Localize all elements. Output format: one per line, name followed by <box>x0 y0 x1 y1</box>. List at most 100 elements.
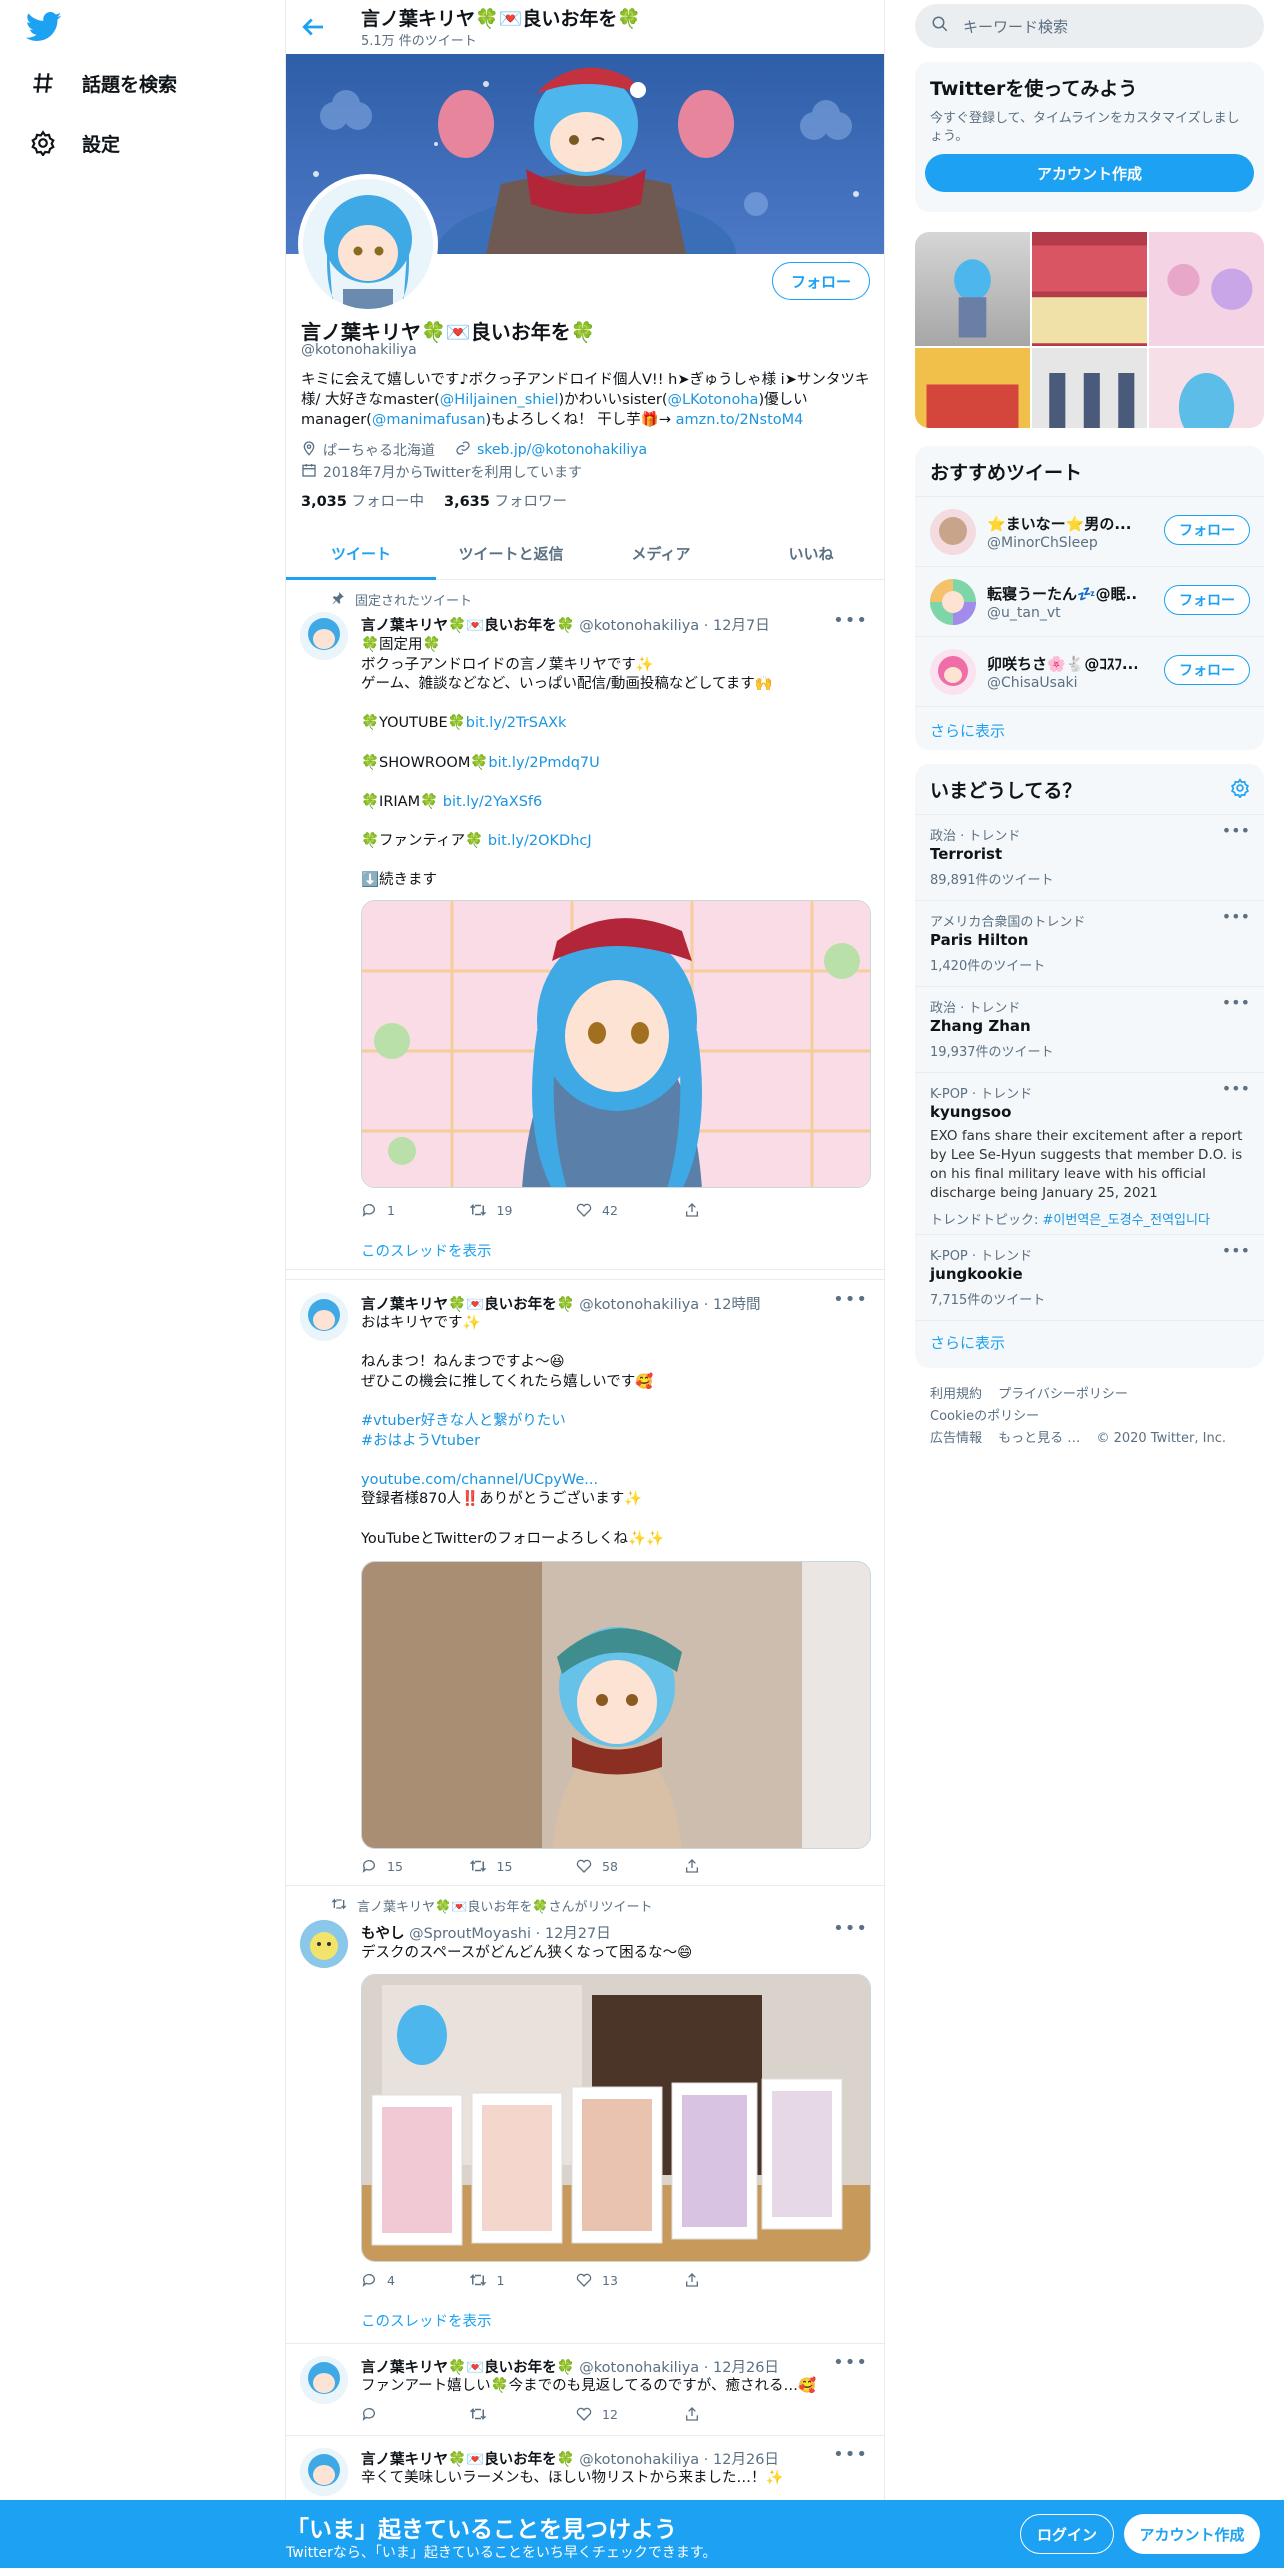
media-thumb[interactable] <box>915 348 1030 428</box>
tweet-author-name[interactable]: もやし <box>361 1926 405 1942</box>
more-icon[interactable]: ••• <box>1222 821 1250 840</box>
tab-tweets-replies[interactable]: ツイートと返信 <box>436 528 586 579</box>
tweet-time[interactable]: 12月26日 <box>713 2452 779 2468</box>
tweet-author-name[interactable]: 言ノ葉キリヤ🍀💌良いお年を🍀 <box>361 1297 575 1313</box>
more-icon[interactable]: ••• <box>833 2352 868 2373</box>
more-icon[interactable]: ••• <box>1222 907 1250 926</box>
share-button[interactable] <box>684 1858 792 1874</box>
show-more-link[interactable]: さらに表示 <box>930 720 1005 741</box>
tweet-link[interactable]: bit.ly/2Pmdq7U <box>488 755 599 771</box>
more-icon[interactable]: ••• <box>1222 1079 1250 1098</box>
show-thread-link[interactable]: このスレッドを表示 <box>361 2310 492 2331</box>
follow-button[interactable]: フォロー <box>1164 655 1250 685</box>
media-thumb[interactable] <box>1149 232 1264 347</box>
share-button[interactable] <box>684 1202 792 1218</box>
tab-media[interactable]: メディア <box>586 528 736 579</box>
follow-button[interactable]: フォロー <box>1164 515 1250 545</box>
login-button[interactable]: ログイン <box>1020 2514 1114 2554</box>
hashtag-link[interactable]: #おはようVtuber <box>361 1432 871 1452</box>
retweet-button[interactable]: 1 <box>469 2272 577 2288</box>
media-thumb[interactable] <box>1032 348 1147 428</box>
followers-stat[interactable]: 3,635 フォロワー <box>444 490 567 511</box>
like-button[interactable]: 13 <box>576 2272 684 2288</box>
signup-button[interactable]: アカウント作成 <box>1124 2514 1260 2554</box>
recommended-user[interactable]: ⭐まいなー⭐男の... @MinorChSleep フォロー <box>915 496 1264 566</box>
reply-button[interactable]: 15 <box>361 1858 469 1874</box>
more-icon[interactable]: ••• <box>1222 1241 1250 1260</box>
footer-ads[interactable]: 広告情報 <box>930 1431 982 1446</box>
trend-item[interactable]: アメリカ合衆国のトレンド Paris Hilton 1,420件のツイート ••… <box>915 900 1264 986</box>
tweet-link[interactable]: bit.ly/2YaXSf6 <box>443 794 542 810</box>
recommended-user[interactable]: 卯咲ちさ🌸🐇@ｺｽﾌ... @ChisaUsaki フォロー <box>915 636 1264 706</box>
tweet-time[interactable]: 12時間 <box>713 1297 760 1313</box>
follow-button[interactable]: フォロー <box>1164 585 1250 615</box>
bio-mention-link[interactable]: @LKotonoha <box>668 392 759 408</box>
tweet-avatar[interactable] <box>300 2356 348 2404</box>
like-button[interactable]: 58 <box>576 1858 684 1874</box>
tweet-avatar[interactable] <box>300 2448 348 2496</box>
more-icon[interactable]: ••• <box>833 2444 868 2465</box>
footer-terms[interactable]: 利用規約 <box>930 1387 982 1402</box>
trend-topic-link[interactable]: #이번역은_도경수_전역입니다 <box>1043 1213 1210 1228</box>
tweet-time[interactable]: 12月26日 <box>713 2360 779 2376</box>
footer-more[interactable]: もっと見る … <box>998 1431 1080 1446</box>
nav-explore[interactable]: 話題を検索 <box>28 68 177 98</box>
trend-item[interactable]: K-POP · トレンド jungkookie 7,715件のツイート ••• <box>915 1234 1264 1320</box>
show-more-link[interactable]: さらに表示 <box>930 1332 1005 1353</box>
tab-tweets[interactable]: ツイート <box>286 528 436 580</box>
search-input[interactable]: キーワード検索 <box>963 16 1068 37</box>
tweet-link[interactable]: youtube.com/channel/UCpyWe... <box>361 1471 871 1491</box>
tweet[interactable]: 言ノ葉キリヤ🍀💌良いお年を🍀 @kotonohakiliya · 12時間 ••… <box>286 1281 884 1886</box>
bio-url-link[interactable]: amzn.to/2NstoM4 <box>676 412 804 428</box>
reply-button[interactable]: 1 <box>361 1202 469 1218</box>
follow-button[interactable]: フォロー <box>771 262 870 300</box>
retweet-button[interactable]: 15 <box>469 1858 577 1874</box>
profile-avatar[interactable] <box>298 174 438 314</box>
tweet-avatar[interactable] <box>300 1920 348 1968</box>
back-arrow-icon[interactable] <box>298 12 328 42</box>
tweet-time[interactable]: 12月7日 <box>713 618 770 634</box>
search-box[interactable]: キーワード検索 <box>915 4 1264 48</box>
tweet-image[interactable] <box>361 1561 871 1849</box>
bio-mention-link[interactable]: @Hiljainen_shiel <box>440 392 559 408</box>
trend-item[interactable]: 政治 · トレンド Zhang Zhan 19,937件のツイート ••• <box>915 986 1264 1072</box>
profile-website[interactable]: skeb.jp/@kotonohakiliya <box>477 442 647 458</box>
retweet-button[interactable] <box>469 2406 577 2422</box>
tweet-avatar[interactable] <box>300 1293 348 1341</box>
hashtag-link[interactable]: #vtuber好きな人と繋がりたい <box>361 1412 871 1432</box>
trend-item[interactable]: K-POP · トレンド kyungsoo EXO fans share the… <box>915 1072 1264 1234</box>
tweet[interactable]: 言ノ葉キリヤ🍀💌良いお年を🍀 @kotonohakiliya · 12月26日 … <box>286 2344 884 2436</box>
more-icon[interactable]: ••• <box>833 1918 868 1939</box>
more-icon[interactable]: ••• <box>1222 993 1250 1012</box>
tweet-pinned[interactable]: 固定されたツイート 言ノ葉キリヤ🍀💌良いお年を🍀 @kotonohakiliya… <box>286 580 884 1270</box>
bio-mention-link[interactable]: @manimafusan <box>372 412 486 428</box>
tweet-image[interactable] <box>361 1974 871 2262</box>
media-thumb[interactable] <box>1032 232 1147 347</box>
reply-button[interactable]: 4 <box>361 2272 469 2288</box>
tweet-avatar[interactable] <box>300 612 348 660</box>
media-thumb[interactable] <box>1149 348 1264 428</box>
twitter-logo-icon[interactable] <box>26 12 62 42</box>
retweet-button[interactable]: 19 <box>469 1202 577 1218</box>
share-button[interactable] <box>684 2272 792 2288</box>
tweet-image[interactable] <box>361 900 871 1188</box>
more-icon[interactable]: ••• <box>833 1289 868 1310</box>
tweet-link[interactable]: bit.ly/2OKDhcJ <box>488 833 592 849</box>
tweet-author-name[interactable]: 言ノ葉キリヤ🍀💌良いお年を🍀 <box>361 2452 575 2468</box>
show-thread-link[interactable]: このスレッドを表示 <box>361 1240 492 1261</box>
tab-likes[interactable]: いいね <box>736 528 884 579</box>
create-account-button[interactable]: アカウント作成 <box>925 154 1254 192</box>
trend-item[interactable]: 政治 · トレンド Terrorist 89,891件のツイート ••• <box>915 814 1264 900</box>
tweet-retweeted[interactable]: 言ノ葉キリヤ🍀💌良いお年を🍀さんがリツイート もやし @SproutMoyash… <box>286 1886 884 2344</box>
tweet-author-name[interactable]: 言ノ葉キリヤ🍀💌良いお年を🍀 <box>361 618 575 634</box>
retweet-label[interactable]: 言ノ葉キリヤ🍀💌良いお年を🍀さんがリツイート <box>357 1896 653 1915</box>
more-icon[interactable]: ••• <box>833 610 868 631</box>
tweet-time[interactable]: 12月27日 <box>545 1926 611 1942</box>
tweet-author-name[interactable]: 言ノ葉キリヤ🍀💌良いお年を🍀 <box>361 2360 575 2376</box>
recommended-user[interactable]: 転寝うーたん💤@眠... @u_tan_vt フォロー <box>915 566 1264 636</box>
nav-settings[interactable]: 設定 <box>28 128 120 158</box>
share-button[interactable] <box>684 2406 792 2422</box>
following-stat[interactable]: 3,035 フォロー中 <box>301 490 424 511</box>
footer-privacy[interactable]: プライバシーポリシー <box>998 1387 1128 1402</box>
like-button[interactable]: 42 <box>576 1202 684 1218</box>
